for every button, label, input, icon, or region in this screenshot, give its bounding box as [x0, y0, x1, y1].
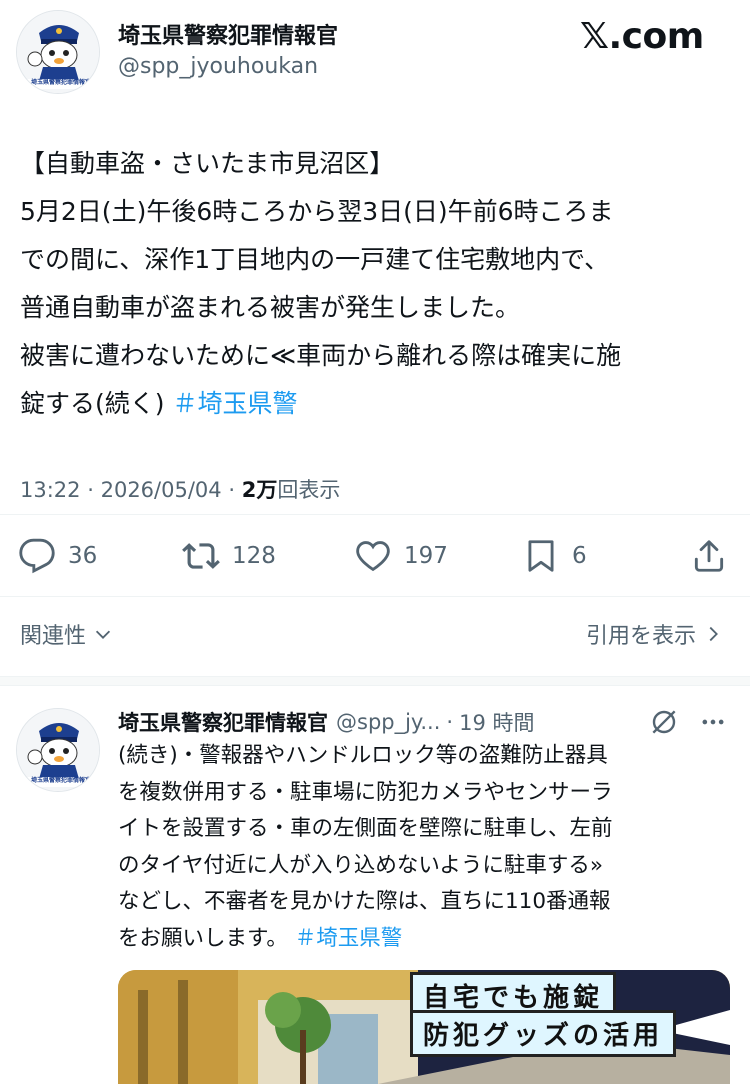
tweet-line: 被害に遭わないために≪車両から離れる際は確実に施: [20, 341, 622, 370]
chevron-right-icon: [709, 626, 718, 642]
section-divider: [0, 676, 750, 686]
repost-icon: [182, 543, 220, 569]
tweet-header: 埼玉県警察犯罪情報官 埼玉県警察犯罪情報官 @spp_jyouhoukan 𝕏.…: [0, 0, 750, 100]
view-quotes-link[interactable]: 引用を表示: [586, 618, 724, 650]
reply-line-last: をお願いします。 ＃埼玉県警: [118, 921, 728, 958]
more-options-icon[interactable]: [696, 708, 730, 736]
chevron-down-icon: [95, 630, 111, 639]
reply-line: のタイヤ付近に人が入り込めないように駐車する»: [118, 852, 604, 878]
meta-separator: ·: [87, 478, 94, 502]
divider: [0, 514, 750, 515]
reply-line: を複数併用する・駐車場に防犯カメラやセンサーラ: [118, 779, 613, 805]
tweet-line: 【自動車盗・さいたま市見沼区】: [20, 149, 395, 178]
tweet-line-text: 錠する(続く): [20, 389, 165, 418]
reply-author-avatar[interactable]: 埼玉県警察犯罪情報官: [16, 708, 100, 792]
hashtag-link[interactable]: ＃埼玉県警: [295, 926, 403, 951]
action-bar: 36 128 197 6: [0, 530, 750, 582]
reply-icon: [19, 538, 55, 574]
grok-icon[interactable]: [648, 706, 680, 738]
tweet-line: 普通自動車が盗まれる被害が発生しました。: [20, 293, 521, 322]
reply-text: (続き)・警報器やハンドルロック等の盗難防止器具 を複数併用する・駐車場に防犯カ…: [118, 738, 728, 957]
heart-icon: [356, 541, 390, 572]
reply-time[interactable]: 19 時間: [459, 707, 534, 737]
tweet-line: での間に、深作1丁目地内の一戸建て住宅敷地内で、: [20, 245, 610, 274]
share-button[interactable]: [690, 530, 728, 582]
hashtag-link[interactable]: ＃埼玉県警: [172, 389, 297, 418]
like-button[interactable]: 197: [354, 530, 448, 582]
divider: [0, 596, 750, 597]
reply-separator: ·: [446, 710, 454, 734]
reply-header: 埼玉県警察犯罪情報官 @spp_jy... · 19 時間: [118, 704, 738, 740]
reply-button[interactable]: 36: [18, 530, 97, 582]
share-icon: [694, 540, 724, 572]
media-caption-2: 防犯グッズの活用: [410, 1010, 677, 1057]
like-count: 197: [404, 543, 448, 569]
avatar-caption: 埼玉県警察犯罪情報官: [31, 777, 92, 784]
bookmark-count: 6: [572, 543, 587, 569]
tweet-meta: 13:22 · 2026/05/04 · 2万回表示: [20, 474, 340, 504]
tweet-line: 5月2日(土)午後6時ころから翌3日(日)午前6時ころま: [20, 197, 614, 226]
views-label: 回表示: [277, 478, 341, 502]
media-image[interactable]: 自宅でも施錠 防犯グッズの活用: [118, 970, 730, 1084]
reply-author-handle[interactable]: @spp_jy...: [336, 710, 440, 734]
reply-line: などし、不審者を見かけた際は、直ちに110番通報: [118, 889, 611, 914]
tweet-line-last: 錠する(続く) ＃埼玉県警: [20, 380, 732, 428]
sort-label: 関連性: [20, 624, 87, 649]
bookmark-button[interactable]: 6: [522, 530, 587, 582]
avatar-caption: 埼玉県警察犯罪情報官: [31, 79, 92, 86]
repost-count: 128: [232, 543, 276, 569]
tweet-text: 【自動車盗・さいたま市見沼区】 5月2日(土)午後6時ころから翌3日(日)午前6…: [20, 140, 732, 428]
views-count: 2万: [241, 478, 278, 502]
reply-line-text: をお願いします。: [118, 925, 288, 951]
reply-author-name[interactable]: 埼玉県警察犯罪情報官: [118, 707, 328, 737]
author-handle[interactable]: @spp_jyouhoukan: [118, 54, 318, 79]
bookmark-icon: [528, 540, 554, 572]
reply-line: イトを設置する・車の左側面を壁際に駐車し、左前: [118, 816, 613, 841]
view-quotes-label: 引用を表示: [585, 624, 696, 649]
meta-separator: ·: [228, 478, 236, 502]
author-avatar[interactable]: 埼玉県警察犯罪情報官: [16, 10, 100, 94]
repost-button[interactable]: 128: [182, 530, 276, 582]
reply-line: (続き)・警報器やハンドルロック等の盗難防止器具: [118, 743, 608, 768]
sort-dropdown[interactable]: 関連性: [20, 618, 114, 650]
reply-count: 36: [68, 543, 98, 569]
tweet-date[interactable]: 2026/05/04: [101, 478, 222, 502]
tweet-time[interactable]: 13:22: [20, 478, 81, 502]
x-logo: 𝕏.com: [580, 16, 704, 57]
author-name[interactable]: 埼玉県警察犯罪情報官: [118, 18, 338, 50]
